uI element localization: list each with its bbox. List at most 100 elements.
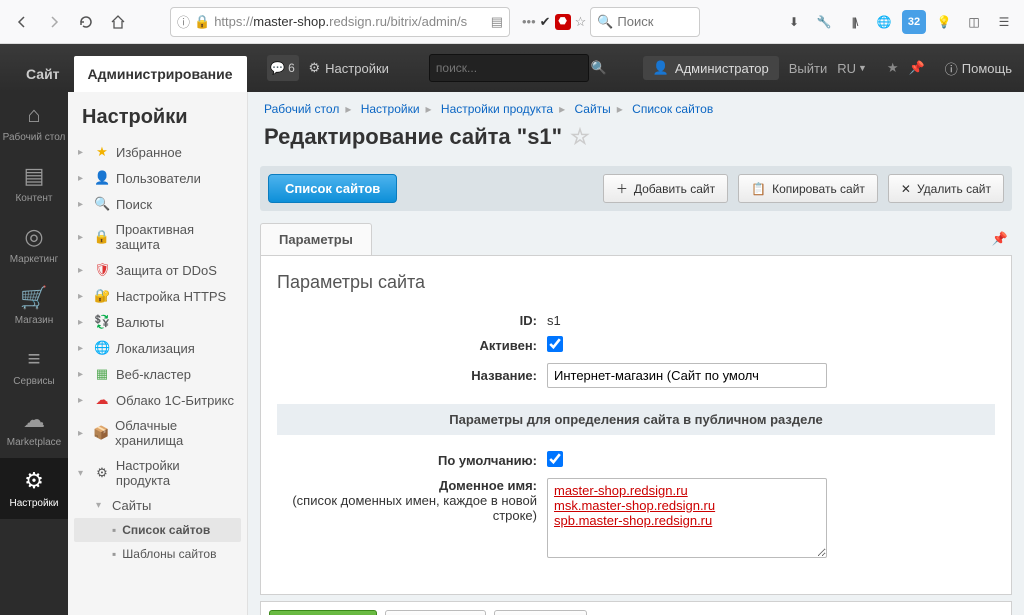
library-icon[interactable]: |||\ — [842, 10, 866, 34]
info-icon: ⓘ — [945, 59, 958, 78]
pocket-icon[interactable]: ✔ — [540, 14, 551, 30]
main-content: Рабочий стол▸ Настройки▸ Настройки проду… — [248, 92, 1024, 615]
rail-settings[interactable]: ⚙Настройки — [0, 458, 68, 519]
browser-search-bar[interactable]: 🔍 — [590, 7, 700, 37]
ublock-icon[interactable]: ⬣ — [555, 14, 571, 30]
url-bar[interactable]: ⓘ 🔒 https://master-shop.redsign.ru/bitri… — [170, 7, 510, 37]
tree-currency[interactable]: ▸💱Валюты — [74, 309, 241, 335]
settings-button[interactable]: ⚙Настройки — [309, 60, 389, 76]
breadcrumb-item[interactable]: Настройки — [361, 102, 420, 116]
page-title: Редактирование сайта "s1" ☆ — [248, 120, 1024, 162]
sidebar-toggle-icon[interactable]: ◫ — [962, 10, 986, 34]
delete-button[interactable]: ✕Удалить сайт — [888, 174, 1004, 203]
tree-users[interactable]: ▸👤Пользователи — [74, 165, 241, 191]
panel: Параметры сайта ID: s1 Активен: Название… — [260, 255, 1012, 595]
action-bar: Список сайтов ＋Добавить сайт 📋Копировать… — [260, 166, 1012, 211]
close-icon: ✕ — [901, 182, 911, 196]
tree-search[interactable]: ▸🔍Поиск — [74, 191, 241, 217]
breadcrumb-item[interactable]: Список сайтов — [632, 102, 713, 116]
lock-icon: 🔒 — [194, 14, 210, 30]
rail-content[interactable]: ▤Контент — [0, 153, 68, 214]
home-button[interactable] — [104, 8, 132, 36]
browser-toolbar: ⓘ 🔒 https://master-shop.redsign.ru/bitri… — [0, 0, 1024, 44]
more-icon[interactable]: ••• — [522, 14, 536, 29]
search-icon: 🔍 — [597, 14, 613, 30]
lock-icon: 🔒 — [94, 229, 110, 245]
pin-icon[interactable]: 📌 — [992, 231, 1008, 247]
admin-search-input[interactable] — [436, 61, 591, 75]
chat-button[interactable]: 💬6 — [267, 55, 299, 81]
user-menu[interactable]: 👤Администратор — [643, 56, 779, 80]
name-input[interactable] — [547, 363, 827, 388]
help-button[interactable]: ⓘПомощь — [945, 59, 1012, 78]
rail-services[interactable]: ≡Сервисы — [0, 336, 68, 397]
favorite-star-icon[interactable]: ☆ — [570, 124, 590, 150]
cancel-button[interactable]: Отменить — [494, 610, 587, 615]
search-icon[interactable]: 🔍 — [591, 60, 607, 76]
tab-params[interactable]: Параметры — [260, 223, 372, 255]
default-checkbox[interactable] — [547, 451, 563, 467]
ssl-icon: 🔐 — [94, 288, 110, 304]
tree-cloud1c[interactable]: ▸☁Облако 1С-Битрикс — [74, 387, 241, 413]
tree-cloudstorage[interactable]: ▸📦Облачные хранилища — [74, 413, 241, 453]
tree-locale[interactable]: ▸🌐Локализация — [74, 335, 241, 361]
sidebar: Настройки ▸★Избранное ▸👤Пользователи ▸🔍П… — [68, 92, 248, 615]
pin-icon[interactable]: 📌 — [909, 60, 925, 76]
storage-icon: 📦 — [93, 425, 109, 441]
admin-search[interactable]: 🔍 — [429, 54, 589, 82]
bookmark-star-icon[interactable]: ☆ — [575, 14, 587, 30]
add-button[interactable]: ＋Добавить сайт — [603, 174, 728, 203]
menu-icon[interactable]: ☰ — [992, 10, 1016, 34]
domain-textarea[interactable] — [547, 478, 827, 558]
tree-product[interactable]: ▾⚙Настройки продукта — [74, 453, 241, 493]
name-label: Название: — [277, 368, 547, 383]
breadcrumb-item[interactable]: Сайты — [574, 102, 610, 116]
tab-admin[interactable]: Администрирование — [74, 56, 247, 92]
tree-favorites[interactable]: ▸★Избранное — [74, 139, 241, 165]
rail-marketing[interactable]: ◎Маркетинг — [0, 214, 68, 275]
chevron-down-icon: ▼ — [858, 63, 867, 73]
admin-topbar: Сайт Администрирование 💬6 ⚙Настройки 🔍 👤… — [0, 44, 1024, 92]
cloud-icon: ☁ — [23, 407, 45, 433]
tree-templates[interactable]: ▪Шаблоны сайтов — [74, 542, 241, 566]
dev-icon[interactable]: 🔧 — [812, 10, 836, 34]
rail-desktop[interactable]: ⌂Рабочий стол — [0, 92, 68, 153]
left-rail: ⌂Рабочий стол ▤Контент ◎Маркетинг 🛒Магаз… — [0, 92, 68, 615]
id-value: s1 — [547, 313, 561, 328]
rail-store[interactable]: 🛒Магазин — [0, 275, 68, 336]
active-checkbox[interactable] — [547, 336, 563, 352]
tree-proactive[interactable]: ▸🔒Проактивная защита — [74, 217, 241, 257]
home-icon: ⌂ — [27, 102, 40, 128]
globe-icon[interactable]: 🌐 — [872, 10, 896, 34]
breadcrumb-item[interactable]: Настройки продукта — [441, 102, 553, 116]
breadcrumb-item[interactable]: Рабочий стол — [264, 102, 339, 116]
copy-button[interactable]: 📋Копировать сайт — [738, 174, 878, 203]
ext-badge-icon[interactable]: 32 — [902, 10, 926, 34]
bulb-icon[interactable]: 💡 — [932, 10, 956, 34]
cloud-icon: ☁ — [94, 392, 110, 408]
list-button[interactable]: Список сайтов — [268, 174, 397, 203]
back-button[interactable] — [8, 8, 36, 36]
tree-cluster[interactable]: ▸▦Веб-кластер — [74, 361, 241, 387]
tree-sitelist[interactable]: ▪Список сайтов — [74, 518, 241, 542]
reload-button[interactable] — [72, 8, 100, 36]
page-action-icon[interactable]: ▤ — [491, 14, 503, 30]
lang-button[interactable]: RU▼ — [837, 61, 867, 76]
logout-button[interactable]: Выйти — [789, 61, 828, 76]
plus-icon: ＋ — [616, 180, 628, 197]
star-icon: ★ — [94, 144, 110, 160]
apply-button[interactable]: Применить — [385, 610, 486, 615]
save-button[interactable]: Сохранить — [269, 610, 377, 615]
globe-icon: 🌐 — [94, 340, 110, 356]
rail-marketplace[interactable]: ☁Marketplace — [0, 397, 68, 458]
tab-site[interactable]: Сайт — [12, 56, 74, 92]
tree-https[interactable]: ▸🔐Настройка HTTPS — [74, 283, 241, 309]
tree-ddos[interactable]: ▸🛡Защита от DDoS — [74, 257, 241, 283]
browser-search-input[interactable] — [617, 14, 693, 29]
forward-button[interactable] — [40, 8, 68, 36]
currency-icon: 💱 — [94, 314, 110, 330]
tree-sites[interactable]: ▾Сайты — [74, 493, 241, 518]
star-icon[interactable]: ★ — [887, 60, 899, 76]
downloads-icon[interactable]: ⬇ — [782, 10, 806, 34]
info-icon[interactable]: ⓘ — [177, 12, 190, 31]
